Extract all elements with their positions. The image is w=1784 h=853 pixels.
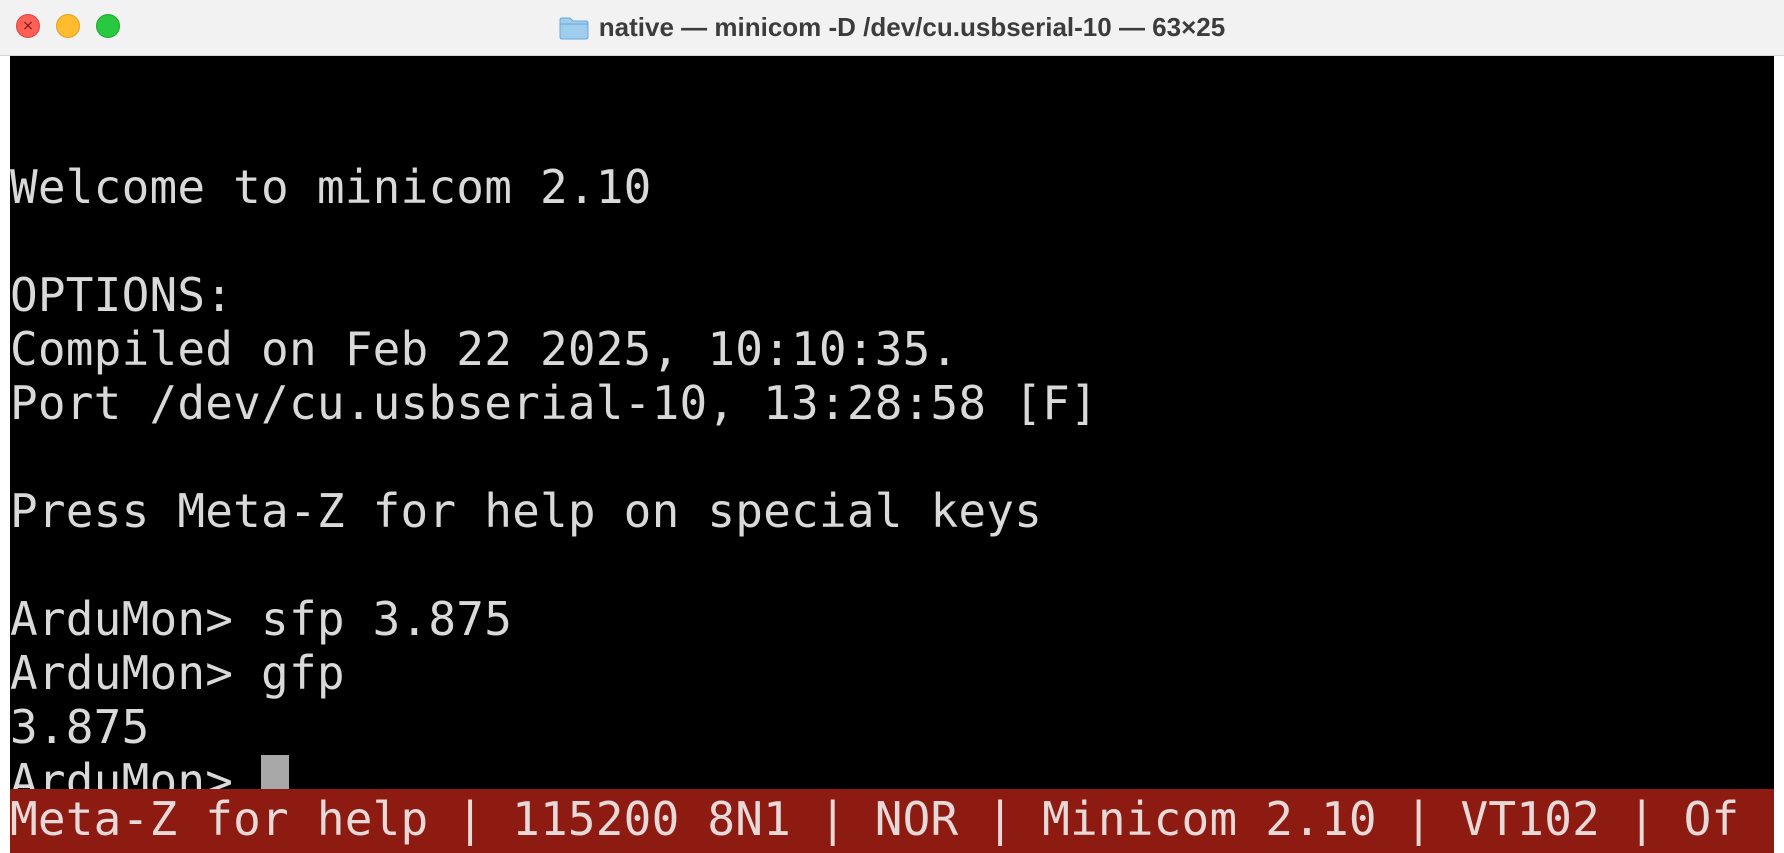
window-title: native — minicom -D /dev/cu.usbserial-10… — [598, 12, 1226, 42]
status-text: Meta-Z for help | 115200 8N1 | NOR | Min… — [10, 792, 1740, 846]
title-bar[interactable]: × native — minicom -D /dev/cu.usbserial-… — [0, 0, 1784, 56]
terminal-line: ArduMon> gfp — [10, 646, 345, 700]
text-cursor — [261, 755, 290, 789]
terminal-line: Press Meta-Z for help on special keys — [10, 484, 1043, 538]
terminal-window: × native — minicom -D /dev/cu.usbserial-… — [0, 0, 1784, 853]
window-title-group: native — minicom -D /dev/cu.usbserial-10… — [0, 0, 1784, 55]
terminal-output[interactable]: Welcome to minicom 2.10 OPTIONS: Compiled … — [10, 56, 1774, 789]
terminal-line: OPTIONS: — [10, 268, 234, 322]
terminal-line: Port /dev/cu.usbserial-10, 13:28:58 [F] — [10, 376, 1098, 430]
folder-icon — [559, 16, 589, 40]
terminal-line: Welcome to minicom 2.10 — [10, 160, 652, 214]
prompt-text: ArduMon> — [10, 754, 262, 789]
terminal-line: ArduMon> sfp 3.875 — [10, 592, 513, 646]
terminal-line: Compiled on Feb 22 2025, 10:10:35. — [10, 322, 959, 376]
terminal-lines: Welcome to minicom 2.10 OPTIONS: Compiled … — [10, 106, 1098, 789]
terminal-prompt-line[interactable]: ArduMon> — [10, 754, 1098, 789]
terminal-line: 3.875 — [10, 700, 150, 754]
minicom-status-bar: Meta-Z for help | 115200 8N1 | NOR | Min… — [10, 789, 1774, 853]
